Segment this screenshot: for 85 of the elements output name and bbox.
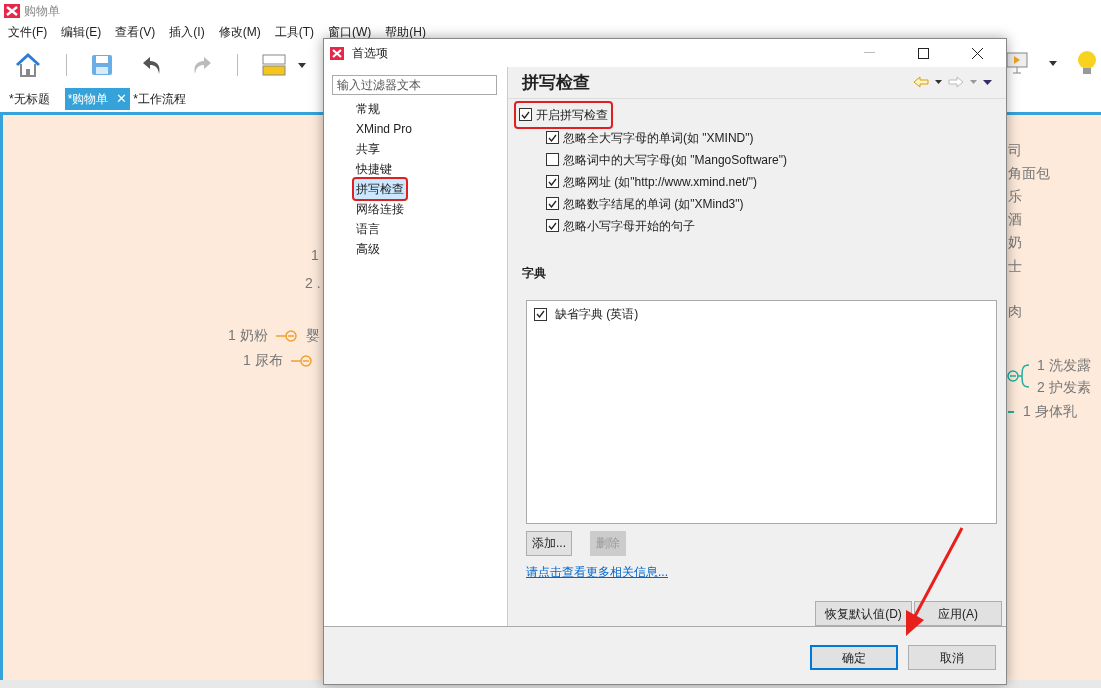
caret-icon [298,62,306,68]
caret-icon [1049,60,1057,66]
back-arrow-icon [913,76,929,89]
home-icon [14,52,42,78]
maximize-icon [917,47,929,59]
menu-item[interactable]: 插入(I) [169,23,205,41]
add-button[interactable]: 添加... [526,530,572,556]
lightbulb-icon [1077,50,1097,76]
preference-category[interactable]: 拼写检查 [354,179,406,199]
topic-label[interactable]: 奶 [1008,232,1022,253]
idea-button[interactable] [1077,50,1097,76]
close-icon [971,47,983,59]
check-icon [548,133,557,142]
topic-label[interactable]: 士 [1008,256,1022,277]
checkbox[interactable] [546,153,559,167]
menu-item[interactable]: 窗口(W) [328,23,372,41]
dialog-title: 首选项 [352,45,389,62]
menu-item[interactable]: 工具(T) [274,23,314,41]
topic-label[interactable]: 婴 [305,325,320,346]
preference-category[interactable]: 高级 [354,240,382,258]
topic-label[interactable]: 1 洗发露 [1037,355,1091,376]
more-info-link[interactable]: 请点击查看更多相关信息... [526,564,668,579]
preference-category[interactable]: 共享 [354,140,382,158]
topic-label[interactable]: 司 [1008,140,1022,161]
topic-label[interactable]: 2 . [305,273,321,294]
page-heading: 拼写检查 [522,71,591,94]
preference-category[interactable]: 语言 [354,220,382,238]
preference-category[interactable]: 网络连接 [354,200,406,218]
document-tab[interactable]: *无标题 [6,88,53,110]
spell-check-option[interactable]: 忽略数字结尾的单词 (如"XMind3") [546,194,1006,213]
check-icon [548,199,557,208]
topic-label[interactable]: 1 奶粉 [228,325,268,346]
window-title: 购物单 [24,3,60,20]
filter-field[interactable]: 输入过滤器文本 [332,75,497,95]
app-logo-icon [330,46,344,60]
checkbox[interactable] [534,307,547,321]
view-menu-button[interactable] [983,79,992,85]
save-icon [91,54,113,76]
preference-category[interactable]: 快捷键 [354,160,394,178]
document-tab[interactable]: *工作流程 [130,88,189,110]
minimize-icon [863,52,875,54]
menu-item[interactable]: 修改(M) [218,23,261,41]
topic-label[interactable]: 乐 [1008,186,1022,207]
ok-button[interactable]: 确定 [810,645,898,670]
dictionary-item[interactable]: 缺省字典 (英语) [531,305,992,324]
checkbox[interactable] [546,219,559,233]
checkbox[interactable] [519,108,532,122]
topic-label[interactable]: 2 护发素 [1037,377,1091,398]
spell-check-option[interactable]: 忽略词中的大写字母(如 "MangoSoftware") [546,150,1006,169]
check-icon [548,177,557,186]
app-logo-icon [4,4,20,18]
menu-item[interactable]: 文件(F) [8,23,48,41]
enable-spell-check-option[interactable]: 开启拼写检查 [516,102,611,127]
menu-item[interactable]: 编辑(E) [61,23,102,41]
spell-check-option[interactable]: 忽略全大写字母的单词(如 "XMIND") [546,128,1006,147]
check-icon [548,221,557,230]
dropdown-button[interactable] [1049,60,1057,66]
check-icon [536,310,545,319]
topic-label[interactable]: 1 尿布 [243,350,283,371]
caret-icon [935,80,942,85]
topic-label[interactable]: 酒 [1008,209,1022,230]
preference-category[interactable]: XMind Pro [354,120,415,138]
checkbox[interactable] [546,175,559,189]
spell-check-option[interactable]: 忽略小写字母开始的句子 [546,216,1006,235]
collapse-icon [290,354,313,367]
checkbox[interactable] [546,197,559,211]
forward-arrow-icon [948,76,964,89]
topic-label[interactable]: 角面包 [1008,163,1050,184]
spell-check-option[interactable]: 忽略网址 (如"http://www.xmind.net/") [546,172,1006,191]
topic-label[interactable]: 1 身体乳 [1023,401,1077,422]
layout-icon [262,54,286,76]
apply-button[interactable]: 应用(A) [914,601,1002,626]
presentation-button[interactable] [1005,51,1029,75]
cancel-button[interactable]: 取消 [908,645,996,670]
menu-item[interactable]: 帮助(H) [385,23,426,41]
preference-category[interactable]: 常规 [354,100,382,118]
topic-label[interactable]: 肉 [1008,301,1022,322]
section-heading: 字典 [522,265,546,280]
collapse-icon [275,329,298,342]
check-icon [521,110,530,119]
dictionary-list[interactable]: 缺省字典 (英语) [526,300,997,524]
checkbox[interactable] [546,131,559,145]
restore-defaults-button[interactable]: 恢复默认值(D) [815,601,912,626]
topic-label[interactable]: 1 [311,245,319,266]
menu-item[interactable]: 查看(V) [115,23,156,41]
